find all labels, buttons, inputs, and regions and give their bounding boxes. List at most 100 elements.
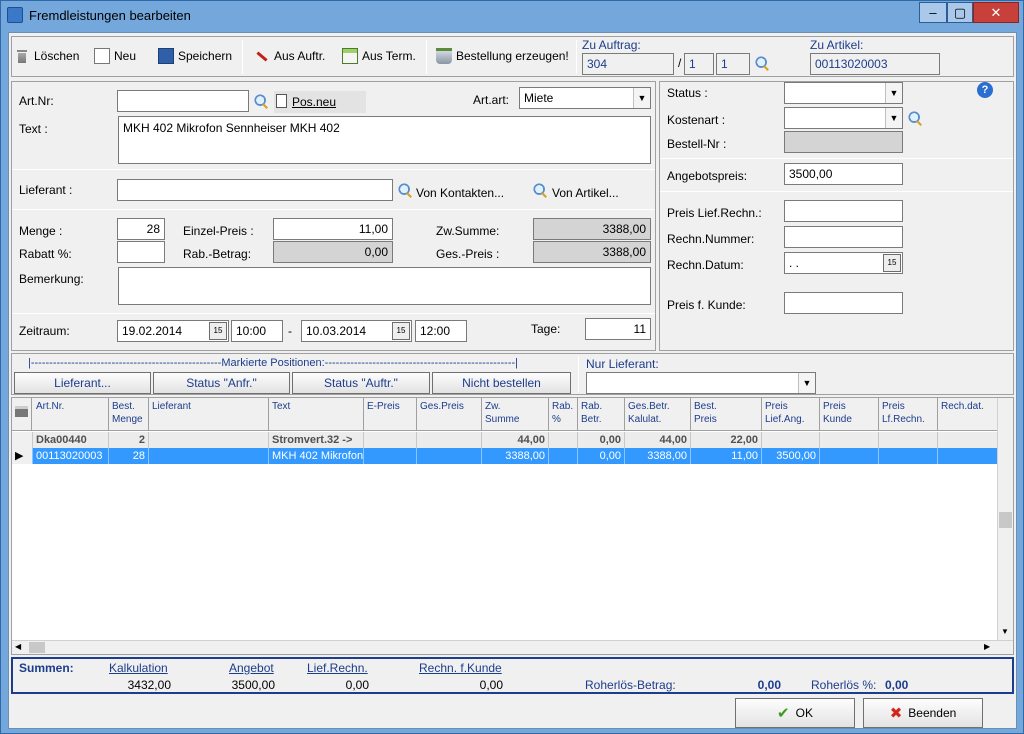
offer-price-input[interactable]: 3500,00: [784, 163, 903, 185]
scrollbar-thumb[interactable]: [999, 512, 1012, 528]
table-cell[interactable]: [820, 432, 879, 448]
table-cell[interactable]: [549, 432, 578, 448]
current-row-indicator-icon[interactable]: ▶: [12, 448, 33, 464]
column-header[interactable]: Ges.Preis: [417, 398, 482, 431]
delete-button[interactable]: Löschen: [14, 41, 79, 71]
table-cell[interactable]: [938, 448, 998, 464]
days-field[interactable]: 11: [585, 318, 651, 340]
column-header[interactable]: Zw. Summe: [482, 398, 549, 431]
column-header[interactable]: Art.Nr.: [33, 398, 109, 431]
column-header[interactable]: Lieferant: [149, 398, 269, 431]
table-cell[interactable]: Dka00440: [33, 432, 109, 448]
scroll-right-icon[interactable]: ▶: [984, 642, 990, 651]
calc-label[interactable]: Kalkulation: [109, 661, 168, 675]
table-cell[interactable]: 22,00: [691, 432, 762, 448]
new-button[interactable]: Neu: [94, 41, 136, 71]
order-position-field[interactable]: 1: [684, 53, 714, 75]
maximize-button[interactable]: ▢: [947, 2, 973, 23]
table-cell[interactable]: [417, 448, 482, 464]
artart-select[interactable]: Miete ▼: [519, 87, 651, 109]
table-cell[interactable]: 2: [109, 432, 149, 448]
table-cell[interactable]: 11,00: [691, 448, 762, 464]
article-number-field[interactable]: 00113020003: [810, 53, 940, 75]
ok-button[interactable]: ✔ OK: [735, 698, 855, 728]
scrollbar-thumb[interactable]: [29, 642, 45, 653]
inv-price-input[interactable]: [784, 200, 903, 222]
table-cell[interactable]: [364, 432, 417, 448]
column-header[interactable]: Preis Lf.Rechn.: [879, 398, 938, 431]
only-supplier-select[interactable]: ▼: [586, 372, 816, 394]
supplier-input[interactable]: [117, 179, 393, 201]
table-cell[interactable]: Stromvert.32 ->: [269, 432, 364, 448]
scroll-down-icon[interactable]: ▼: [1001, 627, 1009, 636]
column-header[interactable]: Rech.dat.: [938, 398, 998, 431]
vertical-scrollbar[interactable]: ▼: [997, 398, 1013, 640]
table-row[interactable]: Dka00440 2 Stromvert.32 -> 44,00 0,00 44,00 22…: [12, 432, 998, 448]
table-cell[interactable]: MKH 402 Mikrofon: [269, 448, 364, 464]
time-from-input[interactable]: 10:00: [231, 320, 283, 342]
table-cell[interactable]: [549, 448, 578, 464]
status-select[interactable]: ▼: [784, 82, 903, 104]
discount-input[interactable]: [117, 241, 165, 263]
calendar-icon[interactable]: 15: [392, 322, 410, 340]
from-term-button[interactable]: Aus Term.: [342, 41, 416, 71]
table-row[interactable]: ▶ 00113020003 28 MKH 402 Mikrofon 3388,00 0,0…: [12, 448, 998, 464]
column-header[interactable]: Rab. Betr.: [578, 398, 625, 431]
customer-invoice-label[interactable]: Rechn. f.Kunde: [419, 661, 502, 675]
from-order-button[interactable]: Aus Auftr.: [254, 41, 325, 71]
table-cell[interactable]: [762, 432, 820, 448]
pos-new-button[interactable]: Pos.neu: [274, 91, 366, 113]
exit-button[interactable]: ✖ Beenden: [863, 698, 983, 728]
table-cell[interactable]: [149, 432, 269, 448]
calendar-icon[interactable]: 15: [209, 322, 227, 340]
search-article-icon[interactable]: [253, 93, 269, 109]
column-header[interactable]: Preis Lief.Ang.: [762, 398, 820, 431]
set-supplier-button[interactable]: Lieferant...: [14, 372, 151, 394]
table-cell[interactable]: 3388,00: [625, 448, 691, 464]
horizontal-scrollbar[interactable]: ◀ ▶: [12, 640, 1013, 654]
chevron-down-icon[interactable]: ▼: [633, 88, 650, 108]
create-order-button[interactable]: Bestellung erzeugen!: [436, 41, 569, 71]
chevron-down-icon[interactable]: ▼: [885, 108, 902, 128]
search-contacts-icon[interactable]: [397, 182, 413, 198]
time-to-input[interactable]: 12:00: [415, 320, 467, 342]
table-cell[interactable]: 0,00: [578, 448, 625, 464]
close-button[interactable]: ✕: [973, 2, 1019, 23]
chevron-down-icon[interactable]: ▼: [798, 373, 815, 393]
remark-input[interactable]: [118, 267, 651, 305]
cost-type-select[interactable]: ▼: [784, 107, 903, 129]
table-cell[interactable]: [149, 448, 269, 464]
table-cell[interactable]: [820, 448, 879, 464]
save-button[interactable]: Speichern: [158, 41, 232, 71]
table-cell[interactable]: 0,00: [578, 432, 625, 448]
column-header[interactable]: Preis Kunde: [820, 398, 879, 431]
column-header[interactable]: Best. Menge: [109, 398, 149, 431]
column-header[interactable]: E-Preis: [364, 398, 417, 431]
date-from-input[interactable]: 19.02.2014 15: [117, 320, 229, 342]
table-cell[interactable]: 28: [109, 448, 149, 464]
status-auftr-button[interactable]: Status "Auftr.": [292, 372, 430, 394]
table-cell[interactable]: 3500,00: [762, 448, 820, 464]
column-header[interactable]: Text: [269, 398, 364, 431]
table-cell[interactable]: [938, 432, 998, 448]
row-indicator[interactable]: [12, 432, 33, 448]
chevron-down-icon[interactable]: ▼: [885, 83, 902, 103]
order-number-field[interactable]: 304: [582, 53, 674, 75]
table-cell[interactable]: [879, 432, 938, 448]
order-subposition-field[interactable]: 1: [716, 53, 750, 75]
inv-no-input[interactable]: [784, 226, 903, 248]
table-cell[interactable]: 00113020003: [33, 448, 109, 464]
from-article-link[interactable]: Von Artikel...: [552, 186, 619, 200]
minimize-button[interactable]: –: [919, 2, 947, 23]
unit-price-input[interactable]: 11,00: [273, 218, 393, 240]
table-cell[interactable]: 44,00: [625, 432, 691, 448]
help-icon[interactable]: ?: [977, 82, 993, 98]
column-header[interactable]: Ges.Betr. Kalulat.: [625, 398, 691, 431]
offer-label[interactable]: Angebot: [229, 661, 274, 675]
column-header[interactable]: Rab.%: [549, 398, 578, 431]
search-from-article-icon[interactable]: [532, 182, 548, 198]
cust-price-input[interactable]: [784, 292, 903, 314]
quantity-input[interactable]: 28: [117, 218, 165, 240]
column-header[interactable]: Best. Preis: [691, 398, 762, 431]
table-cell[interactable]: [417, 432, 482, 448]
